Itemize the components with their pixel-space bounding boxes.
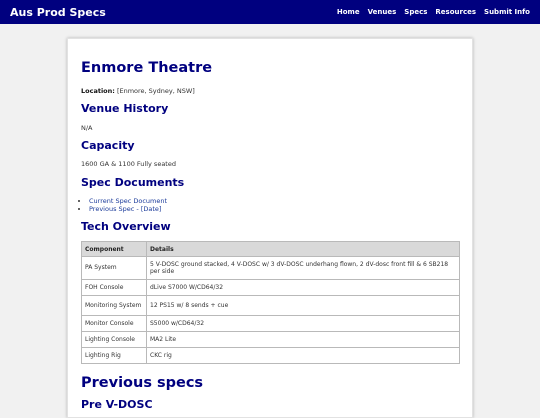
list-item: Previous Spec - [Date] — [89, 205, 167, 213]
main-nav: Home Venues Specs Resources Submit Info — [329, 8, 530, 16]
location-label: Location: — [81, 87, 115, 95]
history-text: N/A — [81, 124, 93, 132]
page-title: Enmore Theatre — [81, 60, 213, 76]
top-navbar: Aus Prod Specs Home Venues Specs Resourc… — [0, 0, 540, 24]
capacity-text: 1600 GA & 1100 Fully seated — [81, 160, 176, 168]
table-row: FOH Console dLive S7000 W/CD64/32 — [81, 279, 460, 296]
table-cell: S5000 w/CD64/32 — [146, 315, 460, 332]
table-cell: CKC rig — [146, 347, 460, 364]
tech-table: Component Details PA System 5 V-DOSC gro… — [81, 241, 460, 364]
previous-specs-heading: Previous specs — [81, 375, 204, 391]
table-cell: PA System — [81, 256, 147, 280]
spec-docs-heading: Spec Documents — [81, 176, 185, 189]
table-cell: Lighting Rig — [81, 347, 147, 364]
table-cell: 5 V-DOSC ground stacked, 4 V-DOSC w/ 3 d… — [146, 256, 460, 280]
spec-docs-list: Current Spec Document Previous Spec - [D… — [81, 197, 167, 213]
table-row: Lighting Rig CKC rig — [81, 347, 460, 364]
capacity-heading: Capacity — [81, 139, 135, 152]
table-header-row: Component Details — [81, 241, 460, 257]
table-cell: dLive S7000 W/CD64/32 — [146, 279, 460, 296]
table-row: Lighting Console MA2 Lite — [81, 331, 460, 348]
table-row: Monitoring System 12 PS15 w/ 8 sends + c… — [81, 295, 460, 316]
nav-specs[interactable]: Specs — [404, 8, 427, 16]
content-card: Enmore Theatre Location: [Enmore, Sydney… — [67, 38, 473, 418]
table-cell: MA2 Lite — [146, 331, 460, 348]
table-cell: Monitoring System — [81, 295, 147, 316]
location-value: [Enmore, Sydney, NSW] — [114, 87, 195, 95]
location-line: Location: [Enmore, Sydney, NSW] — [81, 87, 195, 95]
previous-spec-link[interactable]: Previous Spec - [Date] — [89, 205, 161, 213]
current-spec-link[interactable]: Current Spec Document — [89, 197, 167, 205]
table-cell: 12 PS15 w/ 8 sends + cue — [146, 295, 460, 316]
list-item: Current Spec Document — [89, 197, 167, 205]
column-header-details: Details — [146, 241, 460, 257]
nav-venues[interactable]: Venues — [368, 8, 397, 16]
table-cell: Lighting Console — [81, 331, 147, 348]
history-heading: Venue History — [81, 102, 169, 115]
site-brand[interactable]: Aus Prod Specs — [10, 6, 106, 19]
table-row: Monitor Console S5000 w/CD64/32 — [81, 315, 460, 332]
nav-submit-info[interactable]: Submit Info — [484, 8, 530, 16]
table-cell: FOH Console — [81, 279, 147, 296]
tech-overview-heading: Tech Overview — [81, 220, 171, 233]
column-header-component: Component — [81, 241, 147, 257]
nav-resources[interactable]: Resources — [435, 8, 476, 16]
nav-home[interactable]: Home — [337, 8, 360, 16]
table-cell: Monitor Console — [81, 315, 147, 332]
table-row: PA System 5 V-DOSC ground stacked, 4 V-D… — [81, 256, 460, 280]
